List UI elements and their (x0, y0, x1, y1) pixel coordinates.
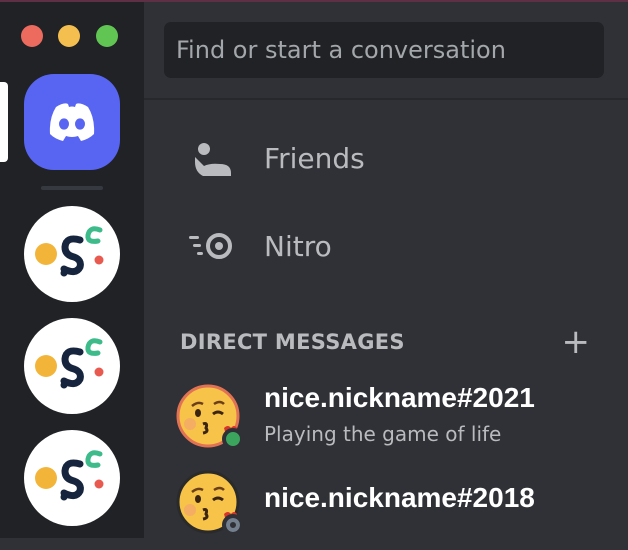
dm-activity: Playing the game of life (264, 422, 502, 446)
dm-username: nice.nickname#2018 (264, 482, 535, 513)
dm-sidebar: Friends Nitro DIRECT MESSAGES + (144, 0, 628, 538)
search-input[interactable] (164, 22, 604, 78)
dm-section-title: DIRECT MESSAGES (180, 330, 405, 354)
dm-header: DIRECT MESSAGES + (180, 325, 591, 359)
server-logo-icon (35, 226, 104, 277)
discord-logo-icon (49, 103, 95, 141)
dm-item[interactable]: nice.nickname#2021 Playing the game of l… (174, 374, 614, 460)
offline-status-icon (222, 514, 244, 536)
friends-label: Friends (264, 141, 365, 175)
server-logo-icon (35, 450, 104, 501)
nitro-icon (160, 230, 264, 262)
nav-item-nitro[interactable]: Nitro (160, 210, 612, 282)
dm-item[interactable]: nice.nickname#2018 (174, 464, 614, 550)
selected-indicator (0, 82, 8, 162)
nitro-label: Nitro (264, 229, 332, 263)
friends-icon (160, 140, 264, 176)
server-button[interactable] (24, 206, 120, 302)
dm-username: nice.nickname#2021 (264, 382, 535, 413)
nav-item-friends[interactable]: Friends (160, 122, 612, 194)
close-window-button[interactable] (21, 25, 43, 47)
create-dm-button[interactable]: + (562, 325, 591, 359)
server-logo-icon (35, 338, 104, 389)
zoom-window-button[interactable] (96, 25, 118, 47)
server-button[interactable] (24, 430, 120, 526)
search-bar (144, 0, 628, 100)
home-button[interactable] (24, 74, 120, 170)
server-button[interactable] (24, 318, 120, 414)
online-status-icon (222, 428, 244, 450)
minimize-window-button[interactable] (58, 25, 80, 47)
server-rail (0, 0, 144, 538)
rail-separator (41, 186, 103, 190)
